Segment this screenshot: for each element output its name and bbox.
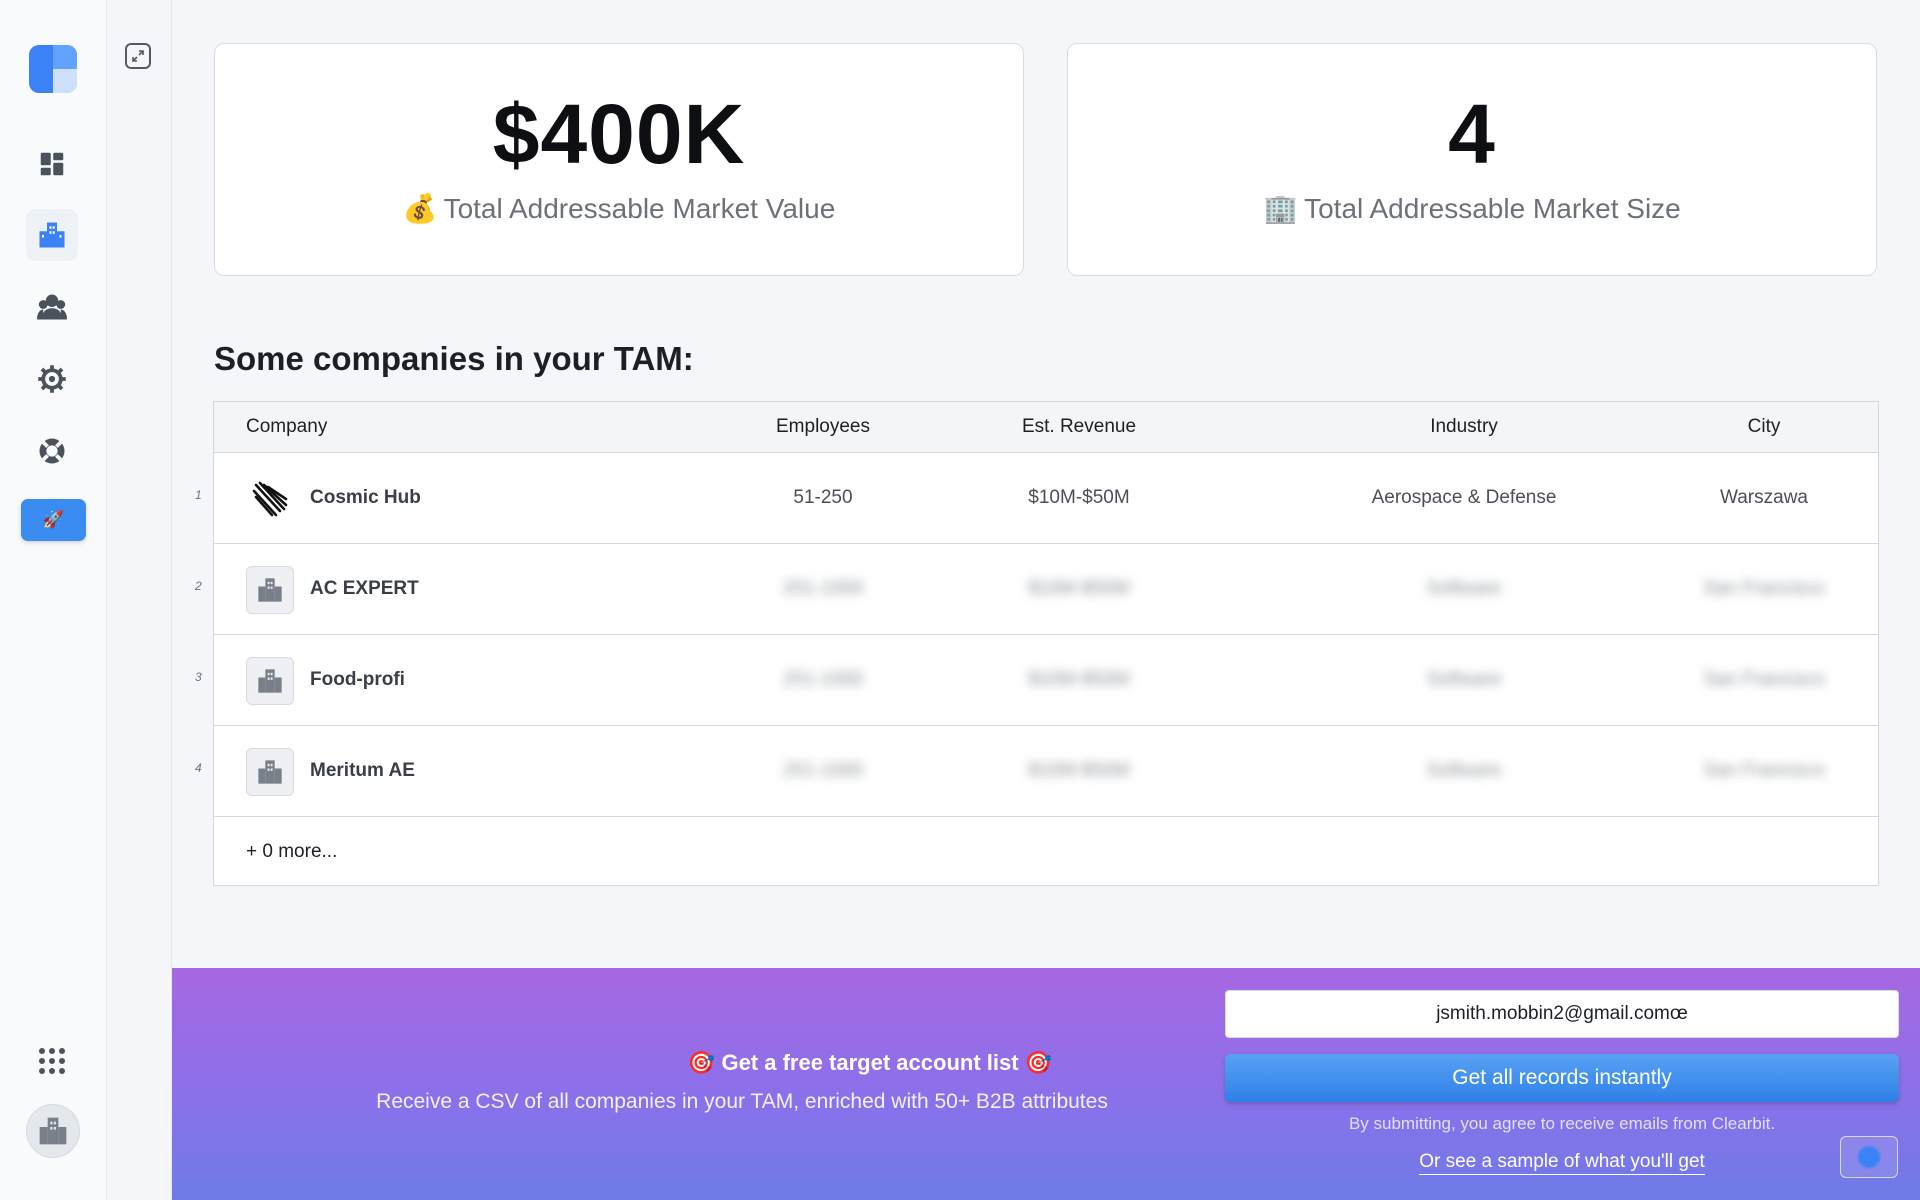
company-logo [246, 657, 294, 705]
buildings-icon [258, 578, 282, 602]
avatar[interactable] [26, 1104, 80, 1158]
more-rows-label: + 0 more... [246, 841, 338, 862]
people-icon [37, 294, 67, 320]
cosmic-hub-logo-icon [252, 481, 288, 517]
row-number: 3 [195, 670, 202, 684]
tam-size-number: 4 [1448, 87, 1496, 181]
sidebar-item-people[interactable] [26, 281, 78, 333]
tam-size-label: Total Addressable Market Size [1304, 193, 1681, 224]
disclaimer-text: By submitting, you agree to receive emai… [1348, 1114, 1776, 1133]
target-icon: 🎯 [1024, 1050, 1053, 1075]
tam-value-card: $400K 💰 Total Addressable Market Value [214, 43, 1024, 276]
column-header-city: City [1747, 416, 1781, 437]
target-icon: 🎯 [687, 1050, 716, 1075]
buildings-icon [258, 760, 282, 784]
table-row[interactable]: AC EXPERT 251-1000 $10M-$50M Software Sa… [214, 544, 1878, 635]
table-row[interactable]: Cosmic Hub 51-250 $10M-$50M Aerospace & … [214, 453, 1878, 544]
promo-headline: Get a free target account list [721, 1050, 1019, 1075]
company-name: Cosmic Hub [310, 487, 421, 508]
promo-banner: 🎯 Get a free target account list 🎯 Recei… [172, 968, 1920, 1200]
more-rows: + 0 more... [214, 817, 1878, 887]
companies-table: Company Employees Est. Revenue Industry … [213, 401, 1879, 886]
clearbit-logo[interactable] [29, 45, 77, 93]
company-logo [246, 475, 294, 523]
sidebar-item-dashboard[interactable] [26, 138, 78, 190]
city-cell: San Francisco [1703, 760, 1825, 781]
sidebar-item-support[interactable] [26, 425, 78, 477]
industry-cell: Aerospace & Defense [1371, 487, 1557, 508]
tam-value-number: $400K [492, 87, 746, 181]
sidebar-item-companies[interactable] [26, 209, 78, 261]
sidebar-item-settings[interactable] [26, 353, 78, 405]
office-building-icon: 🏢 [1263, 193, 1299, 224]
gear-icon [38, 365, 66, 393]
sample-link[interactable]: Or see a sample of what you'll get [1419, 1151, 1705, 1175]
table-header: Company Employees Est. Revenue Industry … [214, 402, 1878, 453]
company-logo [246, 748, 294, 796]
panel-strip [107, 0, 172, 1200]
revenue-cell: $10M-$50M [1028, 669, 1130, 690]
buildings-icon [258, 669, 282, 693]
table-row[interactable]: Meritum AE 251-1000 $10M-$50M Software S… [214, 726, 1878, 817]
sidebar: 🚀 [0, 0, 107, 1200]
employees-cell: 51-250 [793, 487, 853, 508]
launch-button[interactable]: 🚀 [21, 499, 86, 541]
company-logo [246, 566, 294, 614]
company-name: Meritum AE [310, 760, 415, 781]
buildings-icon [39, 222, 65, 248]
industry-cell: Software [1426, 669, 1502, 690]
rocket-icon: 🚀 [42, 510, 65, 529]
column-header-industry: Industry [1430, 416, 1498, 437]
column-header-employees: Employees [776, 416, 870, 437]
row-number: 2 [195, 579, 202, 593]
employees-cell: 251-1000 [782, 578, 864, 599]
column-header-revenue: Est. Revenue [1021, 416, 1137, 437]
chat-icon [1858, 1146, 1880, 1168]
tam-value-label: Total Addressable Market Value [443, 193, 836, 224]
city-cell: San Francisco [1703, 578, 1825, 599]
money-bag-icon: 💰 [402, 193, 438, 224]
row-number: 1 [195, 488, 202, 502]
promo-description: Receive a CSV of all companies in your T… [376, 1090, 1108, 1113]
get-records-button[interactable]: Get all records instantly [1225, 1054, 1899, 1102]
employees-cell: 251-1000 [782, 669, 864, 690]
city-cell: San Francisco [1703, 669, 1825, 690]
lifebuoy-icon [39, 438, 65, 464]
row-number: 4 [195, 761, 202, 775]
expand-icon[interactable] [125, 43, 151, 69]
tam-size-card: 4 🏢 Total Addressable Market Size [1067, 43, 1877, 276]
email-field[interactable] [1225, 990, 1899, 1038]
industry-cell: Software [1426, 760, 1502, 781]
buildings-icon [39, 1117, 67, 1145]
revenue-cell: $10M-$50M [1028, 487, 1130, 508]
company-name: AC EXPERT [310, 578, 419, 599]
table-row[interactable]: Food-profi 251-1000 $10M-$50M Software S… [214, 635, 1878, 726]
city-cell: Warszawa [1720, 487, 1808, 508]
employees-cell: 251-1000 [782, 760, 864, 781]
revenue-cell: $10M-$50M [1028, 760, 1130, 781]
industry-cell: Software [1426, 578, 1502, 599]
column-header-company: Company [246, 416, 328, 437]
section-title: Some companies in your TAM: [214, 340, 694, 377]
dashboard-icon [40, 152, 64, 176]
company-name: Food-profi [310, 669, 405, 690]
chat-widget-button[interactable] [1840, 1136, 1898, 1178]
apps-grid-icon[interactable] [37, 1046, 67, 1076]
revenue-cell: $10M-$50M [1028, 578, 1130, 599]
